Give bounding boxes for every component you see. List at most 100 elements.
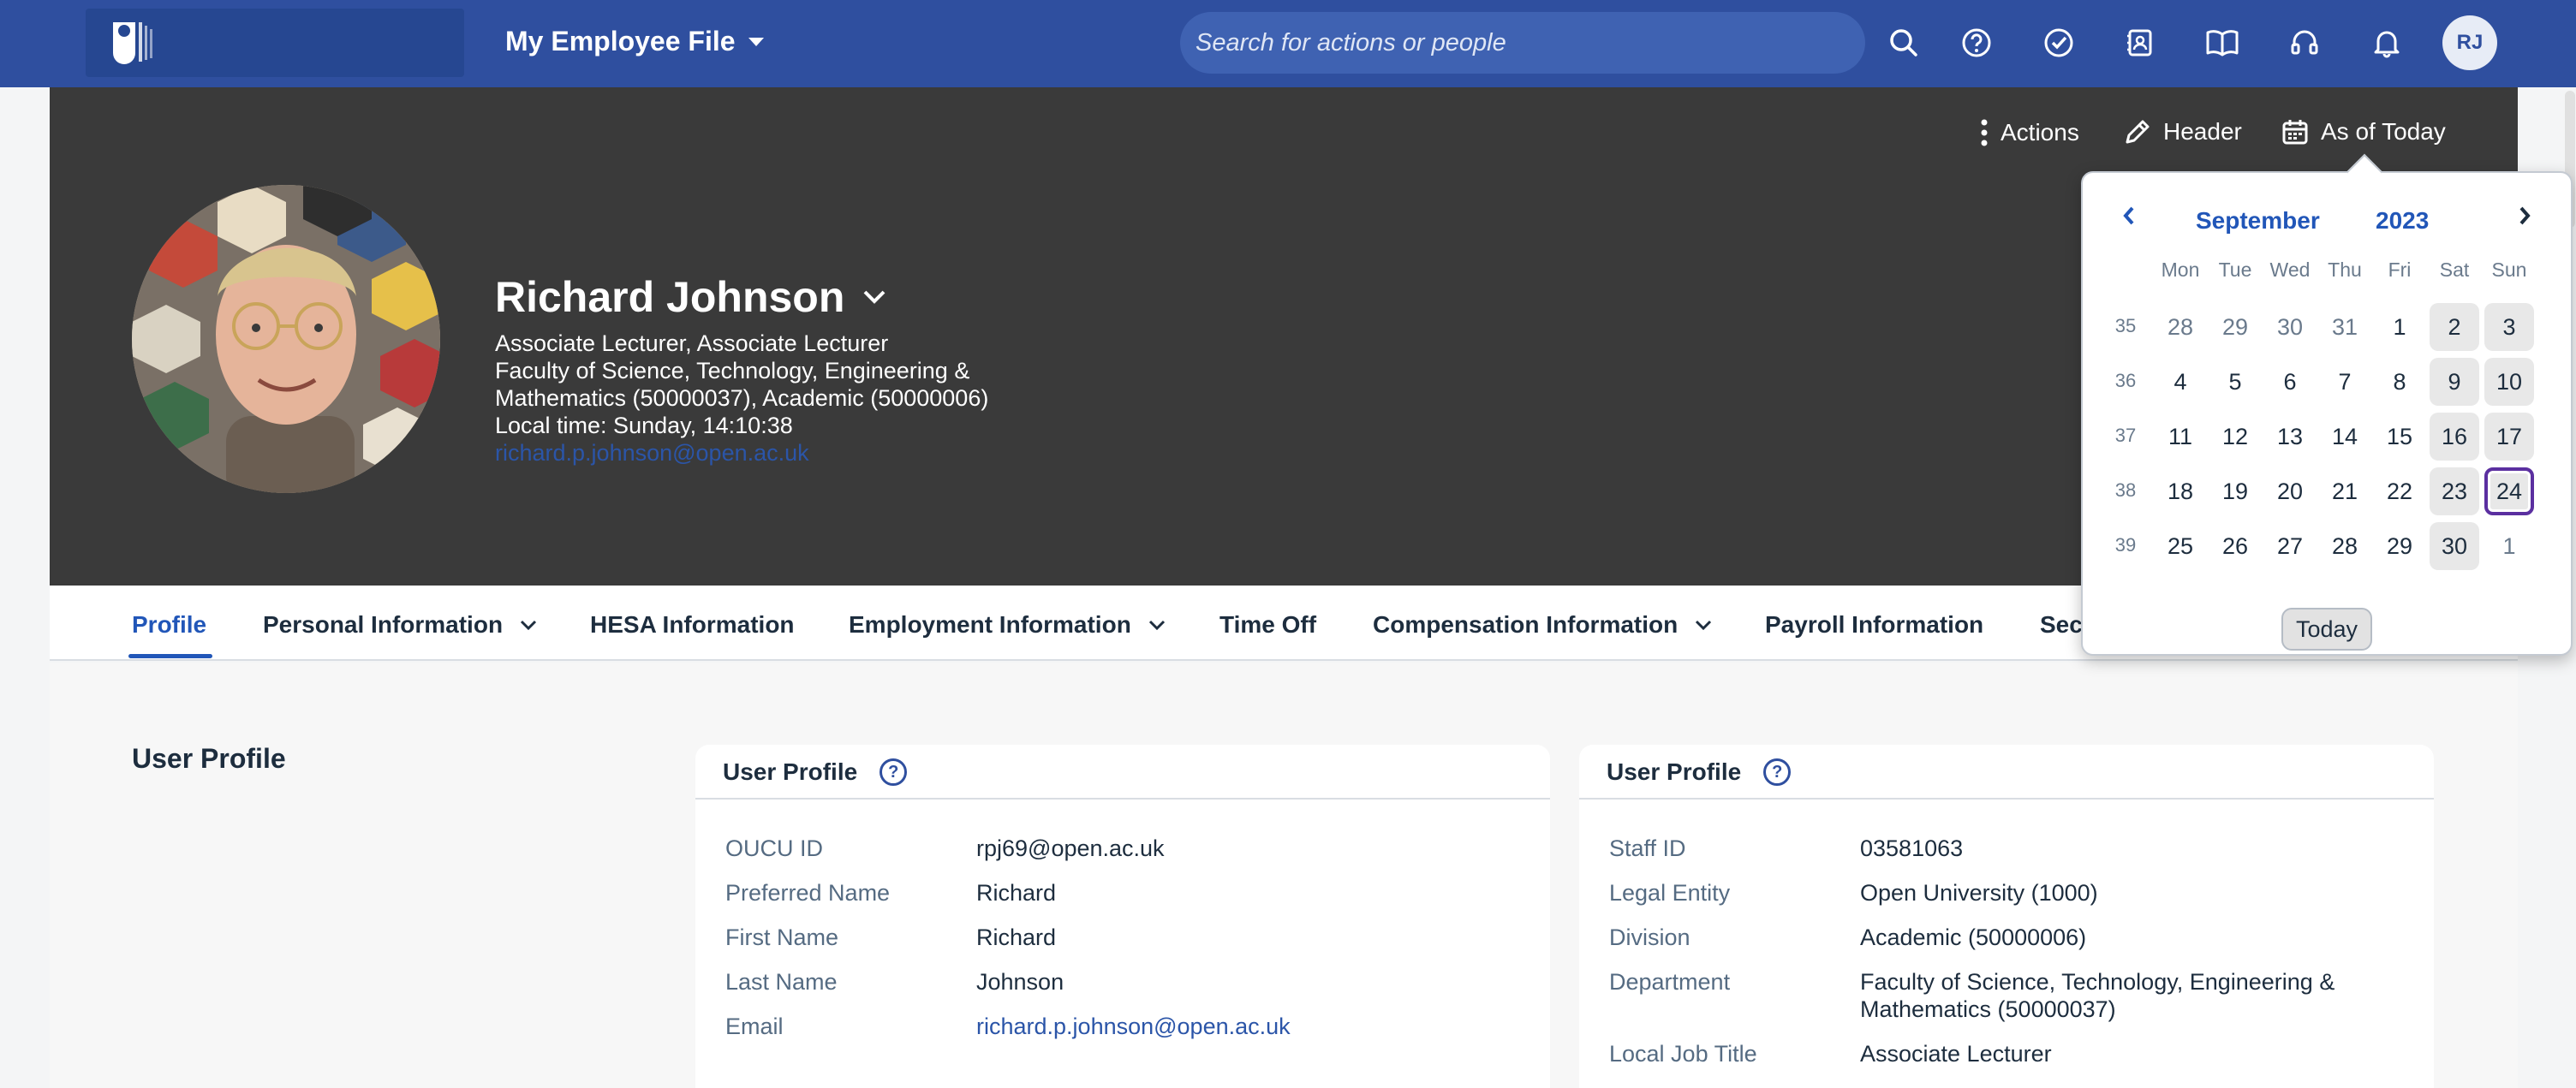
calendar-day[interactable]: 4 bbox=[2156, 358, 2205, 406]
learning-icon[interactable] bbox=[2201, 21, 2244, 64]
search-input[interactable] bbox=[1180, 12, 1865, 74]
tab-label: Personal Information bbox=[263, 611, 504, 638]
card-title: User Profile ? bbox=[1607, 758, 1792, 786]
date-picker-popover: September 2023 Mon Tue Wed Thu Fri Sat S… bbox=[2081, 171, 2573, 656]
help-icon[interactable] bbox=[1955, 21, 1998, 64]
headset-icon[interactable] bbox=[2283, 21, 2326, 64]
calendar-day[interactable]: 15 bbox=[2375, 413, 2424, 461]
as-of-date-button[interactable]: As of Today bbox=[2281, 118, 2446, 146]
chevron-down-icon bbox=[1696, 620, 1712, 630]
employee-email-link[interactable]: richard.p.johnson@open.ac.uk bbox=[495, 440, 809, 467]
search-field[interactable] bbox=[1180, 12, 1865, 74]
field-label: Preferred Name bbox=[725, 880, 891, 906]
help-icon[interactable]: ? bbox=[880, 758, 908, 786]
calendar-day[interactable]: 21 bbox=[2320, 467, 2370, 515]
month-button[interactable]: September bbox=[2196, 207, 2320, 235]
calendar-day[interactable]: 18 bbox=[2156, 467, 2205, 515]
calendar-day[interactable]: 26 bbox=[2210, 522, 2260, 570]
weekday-header: Mon bbox=[2161, 259, 2200, 281]
as-of-label: As of Today bbox=[2321, 118, 2446, 145]
tab-payroll-information[interactable]: Payroll Information bbox=[1765, 611, 1983, 639]
employee-local-time: Local time: Sunday, 14:10:38 bbox=[495, 413, 793, 438]
field-value: Faculty of Science, Technology, Engineer… bbox=[1860, 969, 2335, 995]
calendar-day[interactable]: 24 bbox=[2484, 467, 2534, 515]
weekday-header: Fri bbox=[2388, 259, 2412, 281]
tab-label: Time Off bbox=[1219, 611, 1317, 638]
next-month-button[interactable] bbox=[2507, 199, 2542, 233]
chevron-down-icon bbox=[1148, 620, 1165, 630]
calendar-day[interactable]: 1 bbox=[2484, 522, 2534, 570]
calendar-day[interactable]: 7 bbox=[2320, 358, 2370, 406]
employee-photo bbox=[132, 185, 440, 493]
tab-security[interactable]: Sec bbox=[2040, 611, 2083, 639]
tab-compensation-information[interactable]: Compensation Information bbox=[1373, 611, 1712, 639]
calendar-day[interactable]: 22 bbox=[2375, 467, 2424, 515]
calendar-day[interactable]: 23 bbox=[2430, 467, 2479, 515]
caret-down-icon bbox=[748, 37, 764, 46]
calendar-day[interactable]: 29 bbox=[2210, 303, 2260, 351]
field-value: Richard bbox=[976, 880, 1057, 906]
calendar-day[interactable]: 19 bbox=[2210, 467, 2260, 515]
calendar-day[interactable]: 9 bbox=[2430, 358, 2479, 406]
user-avatar[interactable]: RJ bbox=[2442, 15, 2497, 70]
calendar-day[interactable]: 29 bbox=[2375, 522, 2424, 570]
tab-label: Compensation Information bbox=[1373, 611, 1679, 638]
calendar-day[interactable]: 2 bbox=[2430, 303, 2479, 351]
tab-hesa-information[interactable]: HESA Information bbox=[590, 611, 795, 639]
calendar-day[interactable]: 25 bbox=[2156, 522, 2205, 570]
field-label: First Name bbox=[725, 925, 839, 950]
employee-name-menu[interactable]: Richard Johnson bbox=[495, 272, 886, 322]
calendar-day[interactable]: 8 bbox=[2375, 358, 2424, 406]
calendar-day[interactable]: 28 bbox=[2320, 522, 2370, 570]
calendar-day[interactable]: 12 bbox=[2210, 413, 2260, 461]
previous-month-button[interactable] bbox=[2112, 199, 2146, 233]
week-number: 39 bbox=[2114, 534, 2137, 556]
tab-profile[interactable]: Profile bbox=[132, 611, 206, 639]
employee-job-title: Associate Lecturer, Associate Lecturer bbox=[495, 330, 889, 356]
calendar-day[interactable]: 30 bbox=[2430, 522, 2479, 570]
calendar-day[interactable]: 11 bbox=[2156, 413, 2205, 461]
calendar-day[interactable]: 16 bbox=[2430, 413, 2479, 461]
field-label: Last Name bbox=[725, 969, 838, 995]
weekday-header: Sun bbox=[2491, 259, 2527, 281]
calendar-day[interactable]: 30 bbox=[2265, 303, 2315, 351]
calendar-day[interactable]: 6 bbox=[2265, 358, 2315, 406]
tab-label: Sec bbox=[2040, 611, 2083, 638]
calendar-day[interactable]: 10 bbox=[2484, 358, 2534, 406]
company-logo[interactable] bbox=[86, 9, 464, 77]
edit-header-button[interactable]: Header bbox=[2124, 118, 2242, 146]
tab-personal-information[interactable]: Personal Information bbox=[263, 611, 537, 639]
calendar-day[interactable]: 5 bbox=[2210, 358, 2260, 406]
notifications-icon[interactable] bbox=[2365, 21, 2408, 64]
calendar-day[interactable]: 13 bbox=[2265, 413, 2315, 461]
calendar-day[interactable]: 17 bbox=[2484, 413, 2534, 461]
calendar-day[interactable]: 3 bbox=[2484, 303, 2534, 351]
weekday-header: Wed bbox=[2269, 259, 2311, 281]
calendar-day[interactable]: 20 bbox=[2265, 467, 2315, 515]
employee-org-line-2: Mathematics (50000037), Academic (500000… bbox=[495, 385, 989, 411]
field-value: Johnson bbox=[976, 969, 1064, 995]
card-header: User Profile ? bbox=[1579, 745, 2434, 800]
actions-button[interactable]: Actions bbox=[1980, 118, 2079, 147]
search-icon[interactable] bbox=[1882, 21, 1925, 64]
app-title-menu[interactable]: My Employee File bbox=[505, 26, 765, 57]
tab-employment-information[interactable]: Employment Information bbox=[849, 611, 1166, 639]
calendar-day[interactable]: 1 bbox=[2375, 303, 2424, 351]
help-icon[interactable]: ? bbox=[1763, 758, 1792, 786]
tab-label: Employment Information bbox=[849, 611, 1131, 638]
approvals-icon[interactable] bbox=[2037, 21, 2080, 64]
user-profile-card-left: User Profile ? OUCU ID rpj69@open.ac.uk … bbox=[695, 745, 1550, 1088]
section-title: User Profile bbox=[132, 743, 286, 774]
calendar-day[interactable]: 31 bbox=[2320, 303, 2370, 351]
tab-time-off[interactable]: Time Off bbox=[1219, 611, 1316, 639]
weekday-header: Thu bbox=[2328, 259, 2362, 281]
field-value: Associate Lecturer bbox=[1860, 1041, 2052, 1067]
year-button[interactable]: 2023 bbox=[2376, 207, 2429, 235]
today-button[interactable]: Today bbox=[2281, 608, 2372, 651]
email-link[interactable]: richard.p.johnson@open.ac.uk bbox=[976, 1014, 1291, 1040]
week-number: 35 bbox=[2114, 315, 2137, 336]
contacts-icon[interactable] bbox=[2119, 21, 2162, 64]
calendar-day[interactable]: 27 bbox=[2265, 522, 2315, 570]
calendar-day[interactable]: 28 bbox=[2156, 303, 2205, 351]
calendar-day[interactable]: 14 bbox=[2320, 413, 2370, 461]
